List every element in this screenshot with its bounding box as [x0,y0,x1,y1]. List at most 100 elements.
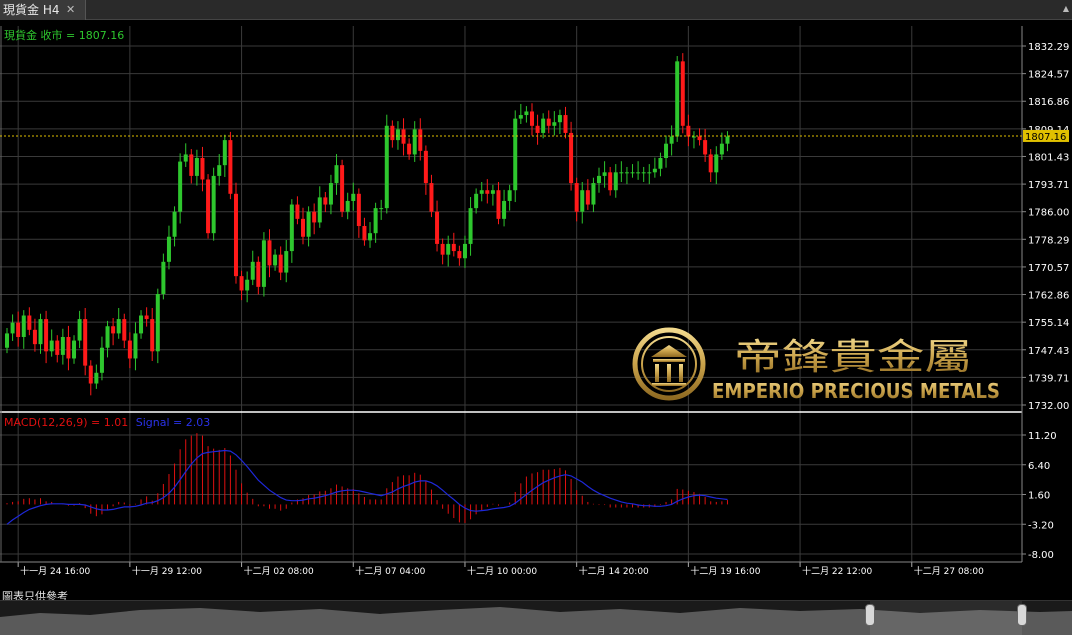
candle-up [636,172,641,174]
candle-down [569,132,574,184]
candle-down [390,125,395,141]
candle-up [502,200,507,219]
candle-up [479,190,484,194]
logo-chinese-name: 帝鋒貴金屬 [734,337,972,378]
candle-up [675,61,680,137]
candle-up [580,190,585,212]
candle-down [301,218,306,237]
candle-up [446,243,451,255]
candle-up [513,118,518,191]
candle-up [597,175,602,184]
price-chart[interactable]: 十一月 24 16:00 十一月 29 12:00 十二月 02 08:00 十二月 … [0,0,1072,600]
price-tick-label: 1816.86 [1028,97,1069,108]
candle-up [273,254,278,266]
candle-down [295,204,300,219]
macd-tick-label: 11.20 [1028,431,1057,442]
candle-down [83,319,88,366]
candle-up [5,333,9,348]
macd-legend: MACD(12,26,9) = 1.01 Signal = 2.03 [4,416,210,429]
candle-up [507,190,512,201]
candle-up [373,208,378,234]
candle-up [658,158,663,169]
candle-up [60,336,65,355]
time-tick-label: 十二月 02 08:00 [244,565,314,577]
candle-up [245,279,250,291]
price-tick-label: 1755.14 [1028,318,1069,329]
candle-up [38,319,43,345]
time-tick-label: 十一月 29 12:00 [132,565,202,577]
candle-down [233,193,238,277]
candle-down [16,322,21,337]
candle-down [150,319,155,352]
candle-up [524,111,529,116]
macd-legend-value: MACD(12,26,9) = 1.01 [4,416,128,429]
price-tick-label: 1793.71 [1028,180,1069,191]
candle-down [256,261,261,287]
candle-up [289,204,294,252]
candle-up [518,115,523,119]
candle-up [99,347,104,373]
navigator-left-handle[interactable] [865,604,875,626]
candle-up [284,251,289,273]
candle-down [485,190,490,194]
candle-up [691,136,696,138]
navigator-scrollbar[interactable] [0,600,1072,635]
candle-down [312,211,317,223]
price-tick-label: 1801.43 [1028,152,1069,163]
candle-down [401,129,406,144]
time-tick-label: 十一月 24 16:00 [20,565,90,577]
time-tick-label: 十二月 19 16:00 [690,565,760,577]
candle-up [669,136,674,144]
candle-down [200,158,205,180]
candle-up [178,161,183,212]
candle-down [206,179,211,234]
candle-up [211,175,216,234]
candle-up [652,168,657,173]
time-tick-label: 十二月 07 04:00 [355,565,425,577]
candle-up [490,190,495,194]
candle-up [317,197,322,223]
candle-up [172,211,177,237]
candle-down [703,140,708,155]
price-axis-labels: 1832.291824.571816.861809.141801.431793.… [1022,42,1069,412]
candle-down [278,254,283,273]
candle-up [334,165,339,184]
candle-up [719,143,724,155]
time-tick-label: 十二月 10 00:00 [467,565,537,577]
candle-down [496,190,501,219]
candle-up [630,172,635,174]
candle-up [139,315,144,334]
macd-tick-label: 6.40 [1028,461,1050,472]
candle-up [166,236,171,262]
candle-up [624,172,629,174]
candle-up [602,172,607,176]
candle-down [546,118,551,126]
candle-down [323,197,328,205]
candle-up [105,326,110,348]
candle-down [429,183,434,212]
logo-english-name: EMPERIO PRECIOUS METALS [712,379,1000,403]
candle-up [384,125,389,209]
candle-down [66,336,71,359]
candle-down [122,319,127,341]
candle-down [451,243,456,252]
candle-down [529,111,534,126]
candle-up [368,233,373,241]
candle-down [144,315,149,320]
candle-up [217,165,222,176]
candle-up [379,208,384,210]
price-tick-label: 1762.86 [1028,291,1069,302]
candle-down [55,340,60,355]
candle-up [664,143,669,159]
candle-up [557,115,562,123]
time-tick-label: 十二月 14 20:00 [579,565,649,577]
price-tick-label: 1747.43 [1028,346,1069,357]
candle-up [328,183,333,205]
navigator-right-handle[interactable] [1017,604,1027,626]
candle-up [641,172,646,174]
macd-tick-label: -8.00 [1028,550,1054,561]
candle-down [608,172,613,191]
candle-down [535,125,540,133]
candle-up [351,193,356,201]
candle-down [228,140,233,194]
